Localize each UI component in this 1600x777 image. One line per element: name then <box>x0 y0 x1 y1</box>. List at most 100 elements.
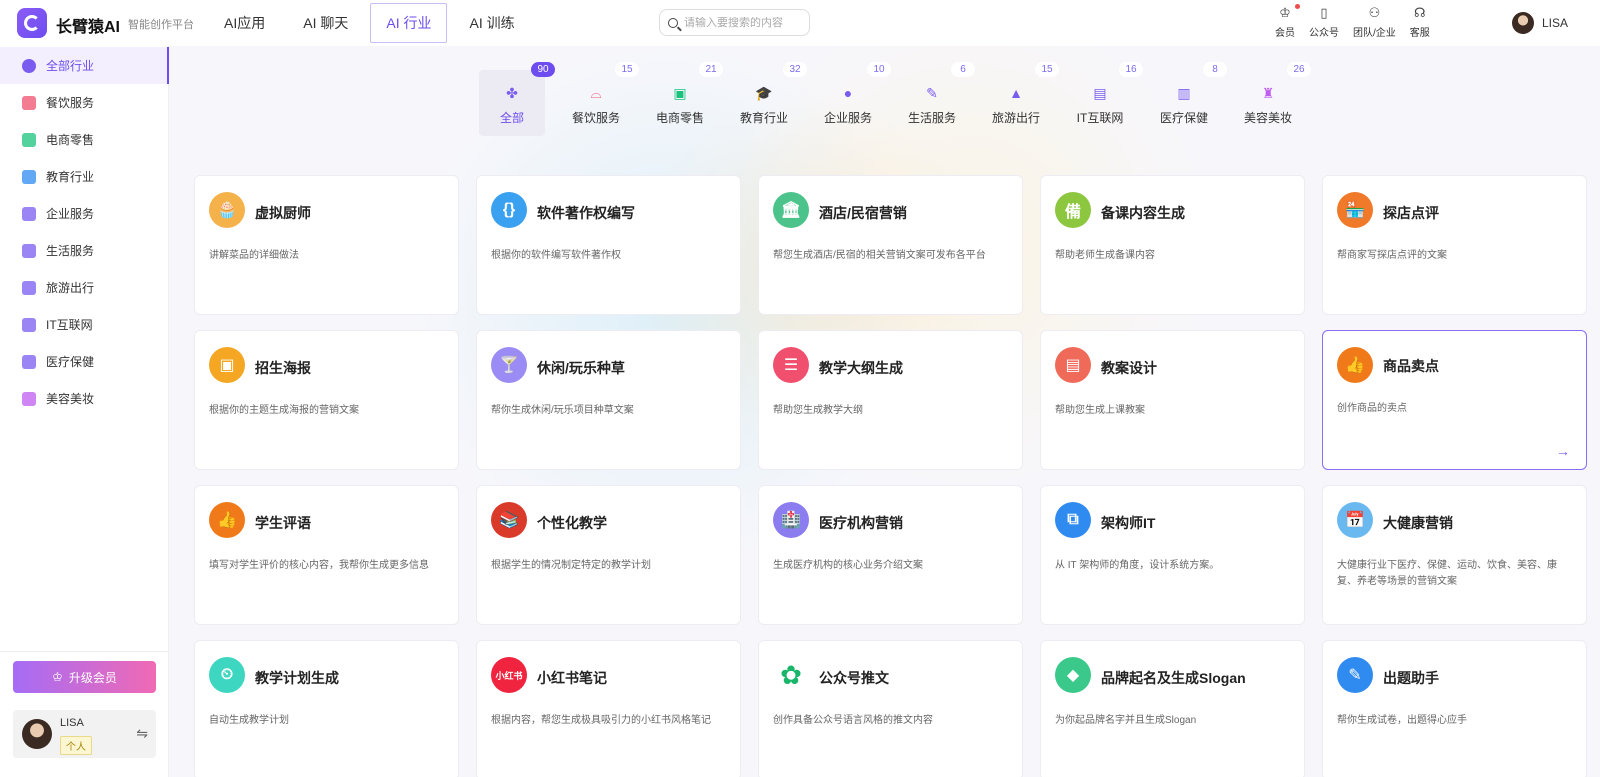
hospital-icon: ▥ <box>1177 84 1191 101</box>
app-card[interactable]: ✎ 出题助手 帮你生成试卷，出题得心应手 <box>1322 640 1587 777</box>
upgrade-button[interactable]: ♔ 升级会员 <box>13 661 156 693</box>
category-label: 餐饮服务 <box>571 111 620 125</box>
nav-tab[interactable]: AI 行业 <box>370 3 448 43</box>
switch-account-icon[interactable]: ⇋ <box>136 725 148 742</box>
app-card[interactable]: ☰ 教学大纲生成 帮助您生成教学大纲 <box>758 330 1023 470</box>
header-tools: ♔ 会员 ▯ 公众号 ⚇ 团队/企业 ☊ 客服 <box>1275 4 1444 39</box>
category-strip: 90 ✤ 全部 15 ⌓ 餐饮服务 21 ▣ 电商零售 32 🎓 教育行业 10 ● 企业服务 6 ✎ 生活服务 1… <box>479 62 1319 136</box>
sidebar-item-label: 电商零售 <box>46 133 95 147</box>
category-tab[interactable]: 10 ● 企业服务 <box>815 62 891 136</box>
sidebar: 全部行业餐饮服务电商零售教育行业企业服务生活服务旅游出行 IT互联网医疗保健 美容美… <box>0 46 169 777</box>
app-card[interactable]: 小红书 小红书笔记 根据内容，帮您生成极具吸引力的小红书风格笔记 <box>476 640 741 777</box>
sidebar-user-card[interactable]: LISA 个人 ⇋ <box>13 710 156 758</box>
app-card[interactable]: 👍 商品卖点 创作商品的卖点 → <box>1322 330 1587 470</box>
main-nav: AI应用 AI 聊天 AI 行业 AI 训练 <box>208 3 537 43</box>
app-card[interactable]: {} 软件著作权编写 根据你的软件编写软件著作权 <box>476 175 741 315</box>
app-card[interactable]: 📅 大健康营销 大健康行业下医疗、保健、运动、饮食、美容、康复、养老等场景的营销文案 <box>1322 485 1587 625</box>
sidebar-item[interactable]: 教育行业 <box>0 158 168 195</box>
category-count-badge: 10 <box>867 62 891 77</box>
app-card[interactable]: ▤ 教案设计 帮助您生成上课教案 <box>1040 330 1305 470</box>
app-card[interactable]: 👍 学生评语 填写对学生评价的核心内容，我帮你生成更多信息 <box>194 485 459 625</box>
card-title: 虚拟厨师 <box>255 205 311 221</box>
header-user-name: LISA <box>1542 16 1569 30</box>
sidebar-item[interactable]: 企业服务 <box>0 195 168 232</box>
app-card[interactable]: 🏥 医疗机构营销 生成医疗机构的核心业务介绍文案 <box>758 485 1023 625</box>
search-box[interactable] <box>659 9 810 36</box>
category-tab[interactable]: 32 🎓 教育行业 <box>731 62 807 136</box>
sidebar-item[interactable]: IT互联网 <box>0 306 168 343</box>
card-description: 帮助您生成上课教案 <box>1055 405 1145 416</box>
header-tool-3[interactable]: ☊ 客服 <box>1410 5 1430 39</box>
sidebar-item-label: 餐饮服务 <box>46 96 95 110</box>
app-logo[interactable] <box>17 8 47 38</box>
card-title: 探店点评 <box>1383 205 1439 221</box>
notification-dot <box>1295 4 1300 9</box>
category-tab[interactable]: 16 ▤ IT互联网 <box>1067 62 1143 136</box>
app-card[interactable]: 🏛 酒店/民宿营销 帮您生成酒店/民宿的相关营销文案可发布各平台 <box>758 175 1023 315</box>
app-card[interactable]: ⧉ 架构师IT 从 IT 架构师的角度，设计系统方案。 <box>1040 485 1305 625</box>
category-tab[interactable]: 15 ▲ 旅游出行 <box>983 62 1059 136</box>
card-title: 个性化教学 <box>537 515 607 531</box>
sidebar-item[interactable]: 生活服务 <box>0 232 168 269</box>
shop-bag-icon: ▣ <box>673 84 687 101</box>
app-card-grid: 🧁 虚拟厨师 讲解菜品的详细做法 {} 软件著作权编写 根据你的软件编写软件著作权 🏛 酒店/… <box>194 175 1587 777</box>
sidebar-item-label: 教育行业 <box>46 170 95 184</box>
category-tab[interactable]: 6 ✎ 生活服务 <box>899 62 975 136</box>
category-label: 教育行业 <box>739 111 788 125</box>
code-icon: {} <box>491 192 527 228</box>
search-input[interactable] <box>684 16 804 29</box>
app-card[interactable]: ⏲ 教学计划生成 自动生成教学计划 <box>194 640 459 777</box>
network-icon: ⧉ <box>1055 502 1091 538</box>
category-label: IT互联网 <box>1076 111 1124 125</box>
header-tool-label: 公众号 <box>1309 28 1339 39</box>
cosmetics-icon: ♜ <box>1261 84 1275 101</box>
sidebar-item[interactable]: 美容美妆 <box>0 380 168 417</box>
category-count-badge: 26 <box>1287 62 1311 77</box>
phone-icon: ▯ <box>1320 5 1328 20</box>
nav-tab[interactable]: AI 聊天 <box>287 3 364 43</box>
main-content: 90 ✤ 全部 15 ⌓ 餐饮服务 21 ▣ 电商零售 32 🎓 教育行业 10 ● 企业服务 6 ✎ 生活服务 1… <box>169 46 1600 777</box>
header-tool-1[interactable]: ▯ 公众号 <box>1309 5 1339 39</box>
card-title: 小红书笔记 <box>537 670 607 686</box>
category-tab[interactable]: 26 ♜ 美容美妆 <box>1235 62 1311 136</box>
nav-tab[interactable]: AI应用 <box>208 3 281 43</box>
sidebar-item-label: 旅游出行 <box>46 281 95 295</box>
bank-icon: 🏛 <box>773 192 809 228</box>
sidebar-item-label: IT互联网 <box>46 318 93 332</box>
app-card[interactable]: 🧁 虚拟厨师 讲解菜品的详细做法 <box>194 175 459 315</box>
app-card[interactable]: 備备课内容生成 帮助老师生成备课内容 <box>1040 175 1305 315</box>
app-card[interactable]: 🏪 探店点评 帮商家写探店点评的文案 <box>1322 175 1587 315</box>
sidebar-item-icon <box>22 206 36 221</box>
sidebar-item[interactable]: 电商零售 <box>0 121 168 158</box>
app-card[interactable]: ✿ 公众号推文 创作具备公众号语言风格的推文内容 <box>758 640 1023 777</box>
sidebar-item[interactable]: 餐饮服务 <box>0 84 168 121</box>
upgrade-label: 升级会员 <box>68 670 117 685</box>
sidebar-item[interactable]: 旅游出行 <box>0 269 168 306</box>
card-description: 自动生成教学计划 <box>209 715 289 726</box>
card-description: 填写对学生评价的核心内容，我帮你生成更多信息 <box>209 560 429 571</box>
books-icon: 📚 <box>491 502 527 538</box>
category-count-badge: 15 <box>615 62 639 77</box>
sidebar-item[interactable]: 全部行业 <box>0 47 169 84</box>
category-tab[interactable]: 90 ✤ 全部 <box>479 62 555 136</box>
app-name: 长臂猿AI <box>56 19 121 36</box>
app-card[interactable]: 📚 个性化教学 根据学生的情况制定特定的教学计划 <box>476 485 741 625</box>
bag-icon: ▤ <box>1055 347 1091 383</box>
app-card[interactable]: ▣ 招生海报 根据你的主题生成海报的营销文案 <box>194 330 459 470</box>
category-label: 美容美妆 <box>1243 111 1292 125</box>
arrow-right-icon[interactable]: → <box>1556 443 1570 459</box>
category-tab[interactable]: 8 ▥ 医疗保健 <box>1151 62 1227 136</box>
header-tool-0[interactable]: ♔ 会员 <box>1275 4 1300 39</box>
sidebar-item[interactable]: 医疗保健 <box>0 343 168 380</box>
app-card[interactable]: 🍸 休闲/玩乐种草 帮你生成休闲/玩乐项目种草文案 <box>476 330 741 470</box>
sidebar-divider <box>0 651 168 652</box>
header-user[interactable]: LISA <box>1512 12 1568 34</box>
category-tab[interactable]: 15 ⌓ 餐饮服务 <box>563 62 639 136</box>
card-title: 备课内容生成 <box>1101 205 1185 221</box>
category-tab[interactable]: 21 ▣ 电商零售 <box>647 62 723 136</box>
header-tool-2[interactable]: ⚇ 团队/企业 <box>1353 5 1396 39</box>
category-label: 生活服务 <box>907 111 956 125</box>
app-card[interactable]: ◆ 品牌起名及生成Slogan 为你起品牌名字并且生成Slogan <box>1040 640 1305 777</box>
nav-tab[interactable]: AI 训练 <box>453 3 530 43</box>
sidebar-item-label: 生活服务 <box>46 244 95 258</box>
